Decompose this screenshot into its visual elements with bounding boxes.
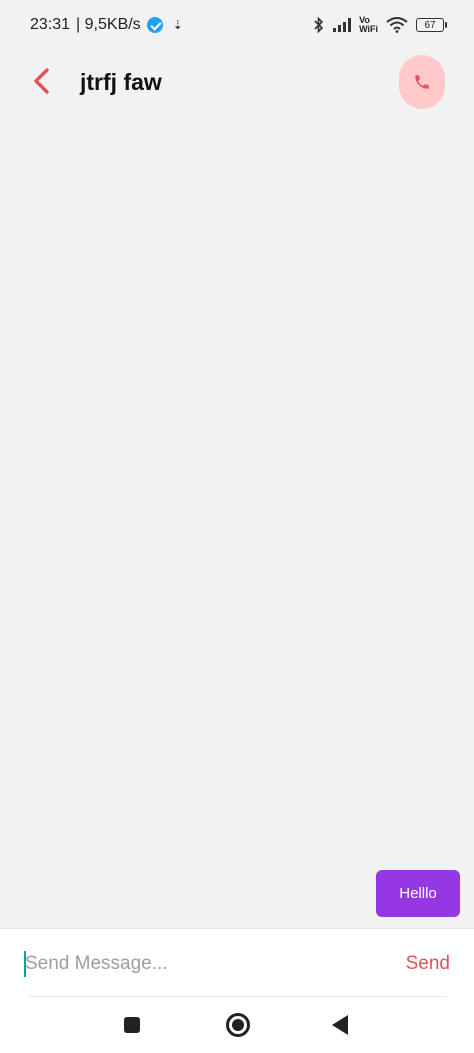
battery-icon: 67 bbox=[416, 18, 447, 32]
download-notification-icon: ⇣ bbox=[172, 18, 183, 32]
signal-strength-icon bbox=[333, 18, 352, 32]
status-time: 23:31 bbox=[30, 16, 71, 33]
chevron-left-icon bbox=[34, 68, 49, 94]
message-bubble-outgoing: Helllo bbox=[376, 870, 460, 917]
send-button[interactable]: Send bbox=[406, 953, 450, 975]
wifi-icon bbox=[386, 17, 408, 33]
back-triangle-icon[interactable] bbox=[332, 1015, 348, 1035]
divider bbox=[28, 996, 446, 997]
message-composer: Send bbox=[0, 928, 474, 1053]
message-input[interactable] bbox=[22, 947, 362, 981]
status-right: Vo WiFi 67 bbox=[313, 16, 447, 34]
home-icon[interactable] bbox=[226, 1013, 250, 1037]
page-title: jtrfj faw bbox=[80, 69, 162, 95]
phone-icon bbox=[415, 75, 429, 89]
status-left: 23:31 | 9,5KB/s ⇣ bbox=[30, 16, 183, 34]
recent-apps-icon[interactable] bbox=[124, 1017, 140, 1033]
bluetooth-icon bbox=[314, 16, 324, 34]
battery-level: 67 bbox=[424, 19, 436, 31]
back-button[interactable] bbox=[26, 66, 56, 96]
network-speed: | 9,5KB/s bbox=[76, 16, 141, 33]
twitter-notification-icon bbox=[146, 17, 163, 33]
text-cursor bbox=[24, 951, 26, 977]
vowifi-icon: Vo WiFi bbox=[359, 16, 378, 34]
chat-header: jtrfj faw bbox=[0, 52, 474, 114]
system-nav-bar bbox=[0, 1004, 474, 1052]
message-text: Helllo bbox=[399, 885, 437, 902]
status-bar: 23:31 | 9,5KB/s ⇣ Vo WiFi 67 bbox=[0, 0, 474, 50]
call-button[interactable] bbox=[399, 55, 445, 109]
vowifi-bottom: WiFi bbox=[359, 24, 378, 34]
